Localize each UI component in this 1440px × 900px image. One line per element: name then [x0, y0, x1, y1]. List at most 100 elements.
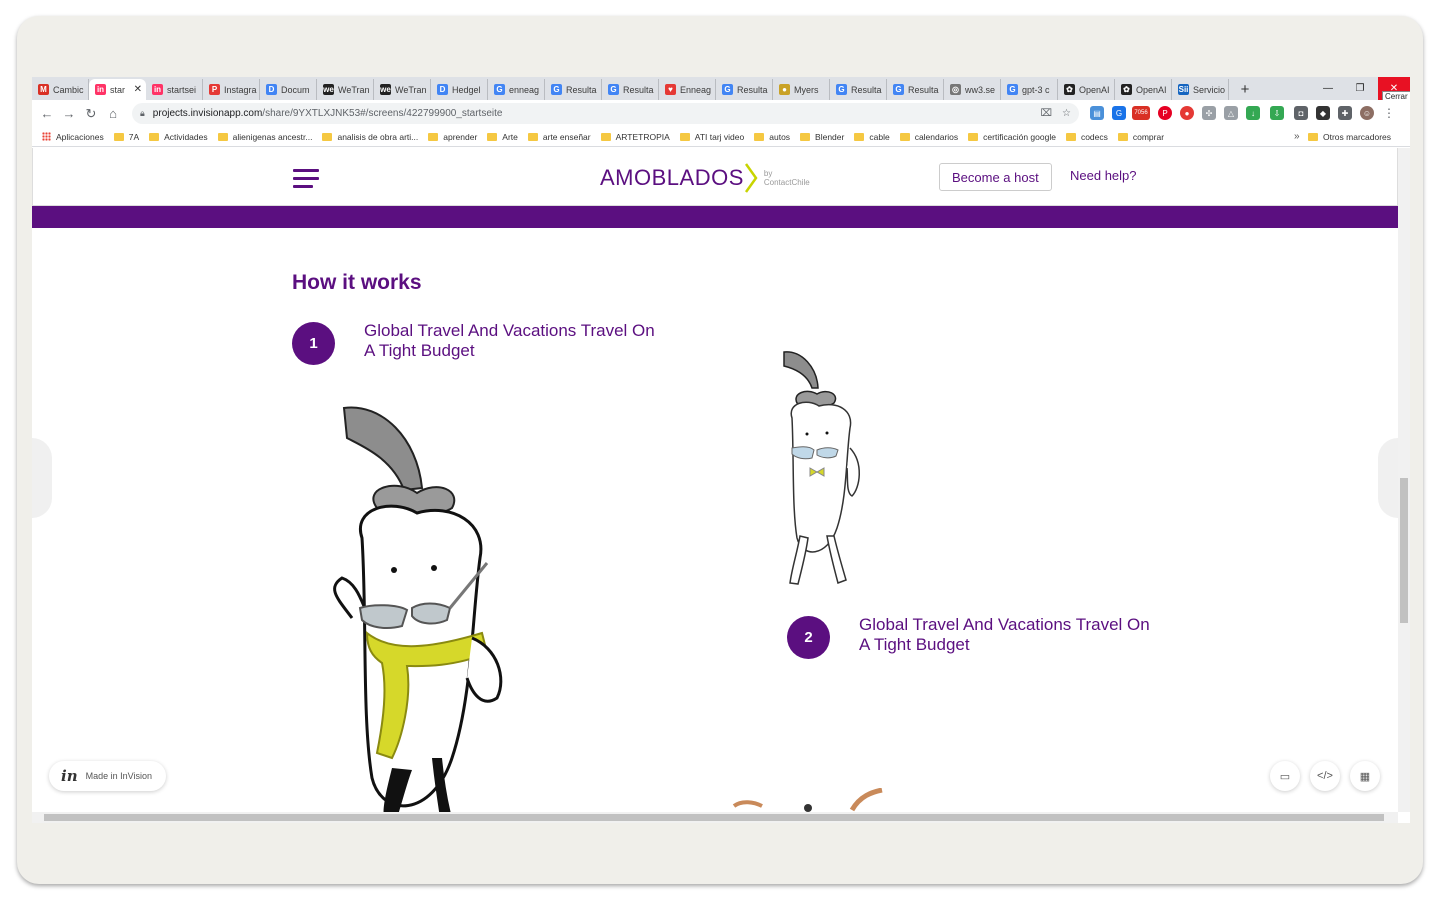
prev-screen-arrow[interactable] — [32, 438, 52, 518]
extension-icon[interactable]: ◘ — [1294, 106, 1308, 120]
become-host-button[interactable]: Become a host — [939, 163, 1052, 191]
browser-tab[interactable]: G Resulta — [887, 79, 944, 100]
bookmark-folder[interactable]: ATI tarj video — [679, 132, 744, 142]
browser-tab[interactable]: Genneag — [488, 79, 545, 100]
tab-label: Resulta — [623, 84, 654, 95]
tab-favicon-icon: G — [551, 84, 562, 95]
bookmark-label: Blender — [815, 131, 845, 142]
vertical-scrollbar[interactable] — [1398, 148, 1410, 812]
tab-favicon-icon: D — [437, 84, 448, 95]
site-logo[interactable]: AMOBLADOS by ContactChile — [600, 163, 810, 193]
extension-icon[interactable]: ✣ — [1202, 106, 1216, 120]
browser-tab[interactable]: G Resulta — [602, 79, 659, 100]
code-icon[interactable]: </> — [1310, 761, 1340, 791]
browser-tab[interactable]: P Instagra — [203, 79, 260, 100]
pinterest-icon[interactable]: P — [1158, 106, 1172, 120]
browser-tab[interactable]: G Resulta — [716, 79, 773, 100]
bookmark-folder[interactable]: ARTETROPIA — [600, 132, 670, 142]
extension-icon[interactable]: ▤ — [1090, 106, 1104, 120]
bookmark-folder[interactable]: Blender — [800, 132, 844, 142]
browser-tab[interactable]: ◎ ww3.se — [944, 79, 1001, 100]
back-icon[interactable]: ← — [36, 106, 58, 121]
browser-window: M Cambic in star ✕ in startsei P Instagra D Docum w… — [32, 77, 1410, 823]
reload-icon[interactable]: ↻ — [80, 106, 102, 122]
browser-tab[interactable]: in startsei — [146, 79, 203, 100]
tab-label: Resulta — [851, 84, 882, 95]
browser-tab[interactable]: Sii Servicio — [1172, 79, 1229, 100]
bookmark-folder[interactable]: cable — [854, 132, 890, 142]
browser-tab[interactable]: Ggpt-3 c — [1001, 79, 1058, 100]
bookmark-folder[interactable]: calendarios — [899, 132, 958, 142]
made-in-label: Made in InVision — [85, 771, 152, 781]
grid-icon[interactable]: ▦ — [1350, 761, 1380, 791]
bookmark-folder[interactable]: Actividades — [149, 132, 208, 142]
browser-tab[interactable]: M Cambic — [32, 79, 89, 100]
browser-tab[interactable]: in star ✕ — [89, 79, 146, 100]
puzzle-icon[interactable]: ✚ — [1338, 106, 1352, 120]
forward-icon[interactable]: → — [58, 106, 80, 121]
new-tab-button[interactable]: + — [1235, 79, 1255, 99]
bookmark-folder[interactable]: codecs — [1065, 132, 1108, 142]
tab-label: Resulta — [566, 84, 597, 95]
dropbox-icon[interactable]: ◆ — [1316, 106, 1330, 120]
record-icon[interactable]: ● — [1180, 106, 1194, 120]
minimize-icon[interactable]: — — [1312, 77, 1344, 100]
bookmark-label: arte enseñar — [542, 131, 591, 142]
bookmark-label: Aplicaciones — [56, 131, 104, 142]
browser-tab[interactable]: ✿ OpenAI — [1115, 79, 1172, 100]
logo-byline: by ContactChile — [763, 169, 810, 187]
bookmark-label: analisis de obra arti... — [337, 131, 419, 142]
hero-band — [32, 206, 1398, 228]
folder-icon — [217, 132, 228, 141]
restore-icon[interactable]: ❐ — [1344, 77, 1376, 100]
menu-kebab-icon[interactable]: ⋮ — [1382, 106, 1396, 120]
bookmark-folder[interactable]: comprar — [1117, 132, 1164, 142]
browser-tab[interactable]: we WeTran — [374, 79, 431, 100]
extension-icon[interactable]: G — [1112, 106, 1126, 120]
bookmark-folder[interactable]: analisis de obra arti... — [322, 132, 418, 142]
folder-icon — [113, 132, 124, 141]
star-icon[interactable]: ☆ — [1062, 108, 1071, 119]
browser-tab[interactable]: D Docum — [260, 79, 317, 100]
horizontal-scrollbar[interactable] — [32, 812, 1398, 823]
drive-icon[interactable]: △ — [1224, 106, 1238, 120]
made-in-invision-badge[interactable]: in Made in InVision — [49, 761, 166, 791]
bookmark-folder[interactable]: autos — [754, 132, 790, 142]
browser-tab[interactable]: D Hedgel — [431, 79, 488, 100]
browser-tab[interactable]: G Resulta — [545, 79, 602, 100]
translate-icon[interactable]: ⌧ — [1041, 108, 1053, 119]
bookmark-folder[interactable]: 7A — [113, 132, 139, 142]
bookmark-folder[interactable]: Arte — [487, 132, 518, 142]
gmail-extension-icon[interactable]: 7056 — [1132, 106, 1150, 120]
bookmark-other[interactable]: Otros marcadores — [1308, 132, 1391, 142]
browser-tab[interactable]: ♥ Enneag — [659, 79, 716, 100]
home-icon[interactable]: ⌂ — [102, 106, 124, 121]
bookmark-folder[interactable]: certificación google — [968, 132, 1056, 142]
more-bookmarks-icon[interactable]: » — [1294, 131, 1300, 142]
bookmark-apps[interactable]: Aplicaciones — [42, 132, 104, 142]
browser-tab[interactable]: G Resulta — [830, 79, 887, 100]
bookmark-folder[interactable]: aprender — [428, 132, 477, 142]
need-help-link[interactable]: Need help? — [1070, 168, 1137, 183]
browser-tab[interactable]: ✿ OpenAI — [1058, 79, 1115, 100]
browser-tab[interactable]: ● Myers — [773, 79, 830, 100]
avatar[interactable]: ☺ — [1360, 106, 1374, 120]
tab-close-icon[interactable]: ✕ — [134, 84, 142, 95]
arrow-down-icon[interactable]: ⇩ — [1270, 106, 1284, 120]
bookmark-label: alienigenas ancestr... — [232, 131, 313, 142]
address-bar[interactable]: 🔒︎ projects.invisionapp.com/share/9YXTLX… — [132, 103, 1079, 124]
browser-tab[interactable]: we WeTran — [317, 79, 374, 100]
folder-icon — [149, 132, 160, 141]
hamburger-menu-icon[interactable] — [293, 169, 319, 188]
bookmark-folder[interactable]: alienigenas ancestr... — [217, 131, 313, 142]
folder-icon — [754, 132, 765, 141]
apps-grid-icon — [42, 132, 51, 141]
bookmark-folder[interactable]: arte enseñar — [527, 131, 591, 142]
comment-icon[interactable]: ▭ — [1270, 761, 1300, 791]
folder-icon — [600, 132, 611, 141]
download-icon[interactable]: ↓ — [1246, 106, 1260, 120]
next-screen-arrow[interactable] — [1378, 438, 1398, 518]
tab-favicon-icon: G — [722, 84, 733, 95]
tab-label: Cambic — [53, 84, 84, 95]
logo-text: AMOBLADOS — [600, 165, 744, 190]
